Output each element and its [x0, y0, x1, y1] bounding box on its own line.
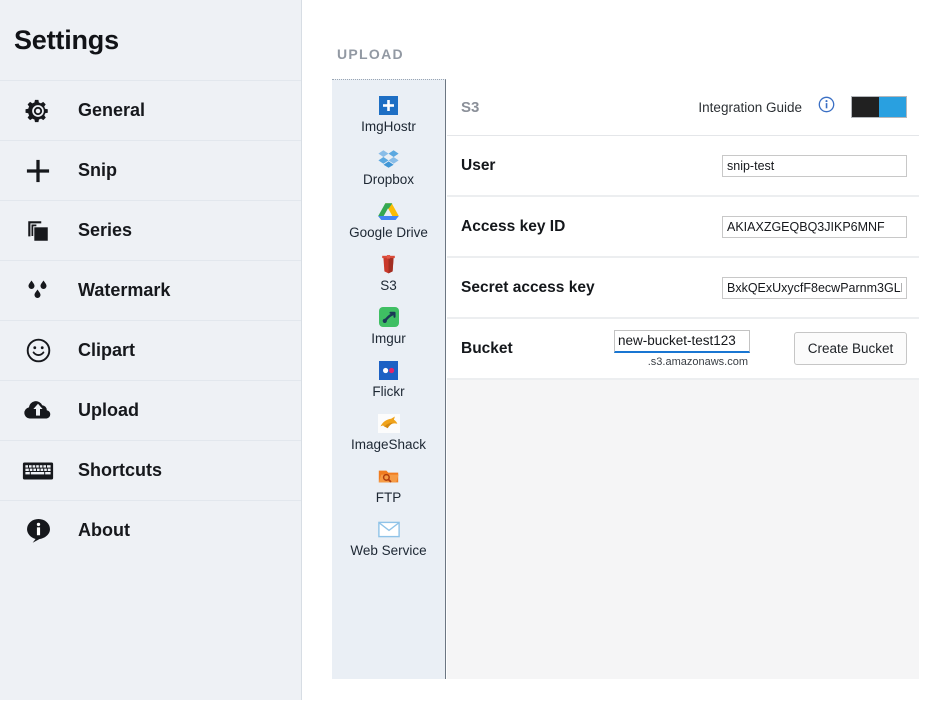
bucket-row: Bucket .s3.amazonaws.com Create Bucket [447, 319, 919, 380]
toggle-off-half [852, 97, 879, 117]
sidebar-item-label: Shortcuts [78, 460, 163, 480]
sidebar-item-shortcuts[interactable]: Shortcuts [0, 440, 301, 500]
provider-label: FTP [375, 490, 402, 505]
create-bucket-button[interactable]: Create Bucket [794, 332, 907, 365]
sidebar-item-general[interactable]: General [0, 80, 301, 140]
cloud-upload-icon [16, 396, 60, 426]
sidebar-item-label: Snip [78, 160, 117, 180]
user-label: User [461, 156, 496, 174]
sidebar-item-label: General [78, 100, 146, 120]
access-key-id-field-wrap [722, 215, 907, 238]
provider-item-web-service[interactable]: Web Service [332, 516, 445, 560]
sidebar-item-upload[interactable]: Upload [0, 380, 301, 440]
provider-item-imghostr[interactable]: ImgHostr [332, 92, 445, 136]
imageshack-icon [377, 412, 400, 434]
s3-settings-panel: S3 Integration Guide User snip-test Acce… [447, 79, 919, 679]
access-key-id-input[interactable] [722, 215, 907, 238]
sidebar-item-label: About [78, 520, 130, 540]
bucket-input[interactable] [614, 329, 750, 353]
sidebar-item-series[interactable]: Series [0, 200, 301, 260]
s3-enable-toggle[interactable] [851, 96, 907, 118]
sidebar-item-clipart[interactable]: Clipart [0, 320, 301, 380]
bucket-suffix-label: .s3.amazonaws.com [647, 355, 748, 368]
plus-icon [16, 157, 60, 185]
toggle-on-half [879, 97, 906, 117]
bucket-controls: .s3.amazonaws.com Create Bucket [614, 329, 907, 368]
provider-label: ImageShack [350, 437, 427, 452]
provider-label: Dropbox [362, 172, 415, 187]
section-heading: UPLOAD [337, 46, 404, 62]
user-input[interactable] [722, 154, 907, 177]
droplets-icon [16, 277, 60, 305]
provider-item-imageshack[interactable]: ImageShack [332, 410, 445, 454]
ftp-icon [378, 465, 400, 487]
secret-access-key-row: Secret access key [447, 258, 919, 319]
provider-item-ftp[interactable]: FTP [332, 463, 445, 507]
sidebar-item-watermark[interactable]: Watermark [0, 260, 301, 320]
provider-item-flickr[interactable]: Flickr [332, 357, 445, 401]
bucket-label: Bucket [461, 339, 513, 357]
panel-header-row: S3 Integration Guide [447, 79, 919, 136]
secret-access-key-label: Secret access key [461, 278, 595, 296]
bucket-field-wrap: .s3.amazonaws.com [614, 329, 750, 368]
provider-item-google-drive[interactable]: Google Drive [332, 198, 445, 242]
sidebar-item-label: Upload [78, 400, 139, 420]
access-key-id-row: Access key ID [447, 197, 919, 258]
panel-header-actions: Integration Guide [698, 96, 907, 118]
google-drive-icon [378, 200, 400, 222]
dropbox-icon [378, 147, 400, 169]
sidebar-item-label: Series [78, 220, 133, 240]
info-icon[interactable] [818, 96, 835, 118]
web-service-icon [377, 518, 400, 540]
upload-settings-content: UPLOAD ImgHostr Dropbox Google Drive S3 … [303, 0, 946, 702]
user-field-wrap [722, 154, 907, 177]
page-title: Settings [14, 24, 119, 55]
panel-empty-area [447, 380, 919, 677]
imghostr-icon [378, 94, 400, 116]
sidebar-item-label: Watermark [78, 280, 171, 300]
s3-icon [378, 253, 400, 275]
flickr-icon [378, 359, 400, 381]
gear-icon [16, 98, 60, 124]
user-row: User [447, 136, 919, 197]
copy-stack-icon [16, 218, 60, 244]
provider-label: Imgur [371, 331, 406, 346]
sidebar: Settings General Snip Series Watermark C… [0, 0, 302, 700]
keyboard-icon [16, 459, 60, 483]
provider-label: Google Drive [349, 225, 428, 240]
provider-item-imgur[interactable]: Imgur [332, 304, 445, 348]
provider-label: Web Service [350, 543, 427, 558]
secret-access-key-input[interactable] [722, 276, 907, 299]
sidebar-item-about[interactable]: About [0, 500, 301, 560]
provider-label: ImgHostr [361, 119, 416, 134]
provider-list: ImgHostr Dropbox Google Drive S3 Imgur F… [332, 79, 446, 679]
imgur-icon [378, 306, 400, 328]
provider-item-s3[interactable]: S3 [332, 251, 445, 295]
provider-item-dropbox[interactable]: Dropbox [332, 145, 445, 189]
sidebar-item-label: Clipart [78, 340, 136, 360]
provider-label: S3 [380, 278, 397, 293]
settings-window: Settings General Snip Series Watermark C… [0, 0, 946, 702]
provider-label: Flickr [372, 384, 405, 399]
smiley-icon [16, 337, 60, 364]
sidebar-item-snip[interactable]: Snip [0, 140, 301, 200]
panel-title: S3 [461, 98, 480, 116]
access-key-id-label: Access key ID [461, 217, 566, 235]
info-bubble-icon [16, 517, 60, 544]
integration-guide-link[interactable]: Integration Guide [698, 100, 802, 115]
secret-access-key-field-wrap [722, 276, 907, 299]
